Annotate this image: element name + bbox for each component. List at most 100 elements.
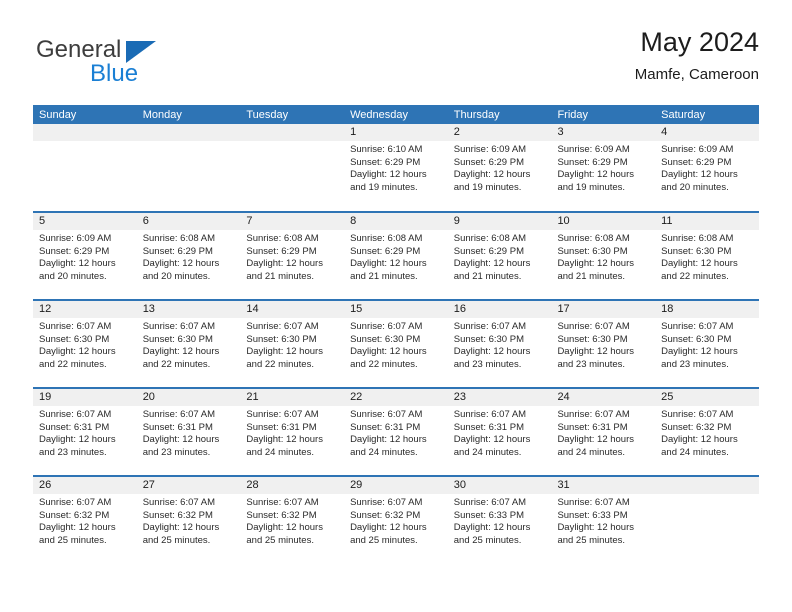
- day-number: 23: [447, 389, 552, 406]
- weekday-header-monday: Monday: [136, 105, 241, 124]
- calendar-day-cell[interactable]: 3 Sunrise: 6:09 AM Sunset: 6:29 PM Daylight…: [551, 124, 656, 212]
- weekday-header-friday: Friday: [551, 105, 656, 124]
- daylight-text-line2: and 25 minutes.: [142, 534, 211, 546]
- sunrise-text: Sunrise: 6:07 AM: [142, 409, 216, 420]
- day-number: [33, 124, 137, 141]
- sunset-text: Sunset: 6:30 PM: [142, 333, 213, 345]
- sunrise-text: Sunrise: 6:07 AM: [39, 497, 112, 508]
- sunset-text: Sunset: 6:31 PM: [246, 421, 317, 433]
- calendar-day-cell[interactable]: 1 Sunrise: 6:10 AM Sunset: 6:29 PM Daylight…: [344, 124, 448, 212]
- sunrise-text: Sunrise: 6:08 AM: [142, 233, 216, 244]
- sunset-text: Sunset: 6:29 PM: [453, 245, 524, 257]
- calendar-day-cell[interactable]: 29 Sunrise: 6:07 AM Sunset: 6:32 PM Dayligh…: [344, 475, 448, 564]
- general-blue-logo[interactable]: General Blue: [33, 34, 253, 92]
- calendar-day-cell[interactable]: 4 Sunrise: 6:09 AM Sunset: 6:29 PM Daylight…: [655, 124, 759, 212]
- daylight-text-line2: and 22 minutes.: [142, 358, 211, 370]
- calendar-day-cell[interactable]: 28 Sunrise: 6:07 AM Sunset: 6:32 PM Dayligh…: [240, 475, 345, 564]
- sunset-text: Sunset: 6:29 PM: [453, 156, 524, 168]
- logo-text-blue: Blue: [90, 60, 139, 87]
- day-number: 5: [33, 213, 137, 230]
- daylight-text-line2: and 21 minutes.: [453, 270, 522, 282]
- day-number: 13: [136, 301, 241, 318]
- calendar-day-cell[interactable]: 12 Sunrise: 6:07 AM Sunset: 6:30 PM Dayligh…: [33, 299, 137, 388]
- sunset-text: Sunset: 6:33 PM: [557, 509, 628, 521]
- sunrise-text: Sunrise: 6:07 AM: [39, 409, 112, 420]
- sunset-text: Sunset: 6:30 PM: [453, 333, 524, 345]
- day-number: 20: [136, 389, 241, 406]
- calendar-day-cell[interactable]: 17 Sunrise: 6:07 AM Sunset: 6:30 PM Dayligh…: [551, 299, 656, 388]
- day-details: Sunrise: 6:07 AM Sunset: 6:30 PM Daylight:…: [240, 318, 344, 371]
- daylight-text-line1: Daylight: 12 hours: [453, 346, 531, 358]
- day-number: 14: [240, 301, 345, 318]
- daylight-text-line2: and 23 minutes.: [39, 446, 107, 458]
- calendar-day-cell[interactable]: 5 Sunrise: 6:09 AM Sunset: 6:29 PM Daylight…: [33, 211, 137, 300]
- day-details: Sunrise: 6:07 AM Sunset: 6:31 PM Daylight:…: [344, 406, 448, 459]
- calendar-week-row: 12 Sunrise: 6:07 AM Sunset: 6:30 PM Dayligh…: [33, 299, 759, 388]
- daylight-text-line1: Daylight: 12 hours: [557, 346, 635, 358]
- calendar-day-cell-empty: [136, 124, 241, 212]
- calendar-day-cell[interactable]: 27 Sunrise: 6:07 AM Sunset: 6:32 PM Dayligh…: [136, 475, 241, 564]
- weekday-header-wednesday: Wednesday: [344, 105, 448, 124]
- sunset-text: Sunset: 6:32 PM: [142, 509, 213, 521]
- daylight-text-line1: Daylight: 12 hours: [453, 434, 531, 446]
- daylight-text-line2: and 19 minutes.: [557, 181, 626, 193]
- calendar-day-cell[interactable]: 7 Sunrise: 6:08 AM Sunset: 6:29 PM Daylight…: [240, 211, 345, 300]
- daylight-text-line2: and 20 minutes.: [661, 181, 729, 193]
- calendar-day-cell[interactable]: 20 Sunrise: 6:07 AM Sunset: 6:31 PM Dayligh…: [136, 387, 241, 476]
- day-details: Sunrise: 6:07 AM Sunset: 6:31 PM Daylight:…: [137, 406, 241, 459]
- daylight-text-line2: and 23 minutes.: [557, 358, 626, 370]
- day-details: Sunrise: 6:07 AM Sunset: 6:30 PM Daylight:…: [344, 318, 448, 371]
- calendar-day-cell[interactable]: 8 Sunrise: 6:08 AM Sunset: 6:29 PM Daylight…: [344, 211, 448, 300]
- calendar-day-cell[interactable]: 6 Sunrise: 6:08 AM Sunset: 6:29 PM Daylight…: [136, 211, 241, 300]
- day-number: 28: [240, 477, 345, 494]
- sunrise-text: Sunrise: 6:07 AM: [453, 497, 527, 508]
- day-number: [655, 477, 759, 494]
- calendar-day-cell[interactable]: 19 Sunrise: 6:07 AM Sunset: 6:31 PM Dayligh…: [33, 387, 137, 476]
- calendar-day-cell[interactable]: 15 Sunrise: 6:07 AM Sunset: 6:30 PM Dayligh…: [344, 299, 448, 388]
- page-header: General Blue May 2024 Mamfe, Cameroon: [33, 26, 759, 98]
- sunset-text: Sunset: 6:29 PM: [661, 156, 732, 168]
- calendar-day-cell-empty: [240, 124, 345, 212]
- day-details: Sunrise: 6:08 AM Sunset: 6:30 PM Daylight:…: [655, 230, 759, 283]
- calendar-day-cell[interactable]: 25 Sunrise: 6:07 AM Sunset: 6:32 PM Dayligh…: [655, 387, 759, 476]
- day-number: 29: [344, 477, 448, 494]
- day-number: 4: [655, 124, 759, 141]
- sunset-text: Sunset: 6:31 PM: [350, 421, 421, 433]
- daylight-text-line2: and 25 minutes.: [453, 534, 522, 546]
- calendar-week-row: 1 Sunrise: 6:10 AM Sunset: 6:29 PM Daylight…: [33, 124, 759, 212]
- calendar-day-cell[interactable]: 2 Sunrise: 6:09 AM Sunset: 6:29 PM Daylight…: [447, 124, 552, 212]
- calendar-day-cell[interactable]: 11 Sunrise: 6:08 AM Sunset: 6:30 PM Dayligh…: [655, 211, 759, 300]
- weekday-header-tuesday: Tuesday: [240, 105, 345, 124]
- daylight-text-line2: and 19 minutes.: [453, 181, 522, 193]
- day-details: Sunrise: 6:08 AM Sunset: 6:29 PM Daylight:…: [448, 230, 552, 283]
- calendar-day-cell[interactable]: 24 Sunrise: 6:07 AM Sunset: 6:31 PM Dayligh…: [551, 387, 656, 476]
- calendar-day-cell[interactable]: 26 Sunrise: 6:07 AM Sunset: 6:32 PM Dayligh…: [33, 475, 137, 564]
- daylight-text-line2: and 23 minutes.: [453, 358, 522, 370]
- daylight-text-line1: Daylight: 12 hours: [661, 258, 738, 270]
- daylight-text-line2: and 19 minutes.: [350, 181, 418, 193]
- sunrise-text: Sunrise: 6:09 AM: [453, 144, 527, 155]
- calendar-day-cell[interactable]: 18 Sunrise: 6:07 AM Sunset: 6:30 PM Dayligh…: [655, 299, 759, 388]
- day-number: [136, 124, 241, 141]
- calendar-day-cell[interactable]: 21 Sunrise: 6:07 AM Sunset: 6:31 PM Dayligh…: [240, 387, 345, 476]
- calendar-day-cell[interactable]: 9 Sunrise: 6:08 AM Sunset: 6:29 PM Daylight…: [447, 211, 552, 300]
- daylight-text-line2: and 21 minutes.: [557, 270, 626, 282]
- daylight-text-line1: Daylight: 12 hours: [350, 434, 427, 446]
- calendar-day-cell[interactable]: 13 Sunrise: 6:07 AM Sunset: 6:30 PM Dayligh…: [136, 299, 241, 388]
- daylight-text-line1: Daylight: 12 hours: [246, 346, 323, 358]
- day-details: Sunrise: 6:07 AM Sunset: 6:31 PM Daylight:…: [240, 406, 344, 459]
- calendar-day-cell[interactable]: 31 Sunrise: 6:07 AM Sunset: 6:33 PM Dayligh…: [551, 475, 656, 564]
- day-details: Sunrise: 6:09 AM Sunset: 6:29 PM Daylight:…: [33, 230, 137, 283]
- day-number: 31: [551, 477, 656, 494]
- calendar-day-cell[interactable]: 30 Sunrise: 6:07 AM Sunset: 6:33 PM Dayligh…: [447, 475, 552, 564]
- day-details: Sunrise: 6:07 AM Sunset: 6:32 PM Daylight:…: [33, 494, 137, 547]
- daylight-text-line2: and 24 minutes.: [350, 446, 418, 458]
- day-number: 6: [136, 213, 241, 230]
- page-subtitle-location: Mamfe, Cameroon: [634, 66, 759, 83]
- sunrise-text: Sunrise: 6:07 AM: [246, 497, 319, 508]
- calendar-day-cell[interactable]: 23 Sunrise: 6:07 AM Sunset: 6:31 PM Dayligh…: [447, 387, 552, 476]
- calendar-day-cell[interactable]: 22 Sunrise: 6:07 AM Sunset: 6:31 PM Dayligh…: [344, 387, 448, 476]
- calendar-day-cell[interactable]: 16 Sunrise: 6:07 AM Sunset: 6:30 PM Dayligh…: [447, 299, 552, 388]
- calendar-day-cell[interactable]: 14 Sunrise: 6:07 AM Sunset: 6:30 PM Dayligh…: [240, 299, 345, 388]
- calendar-day-cell[interactable]: 10 Sunrise: 6:08 AM Sunset: 6:30 PM Dayligh…: [551, 211, 656, 300]
